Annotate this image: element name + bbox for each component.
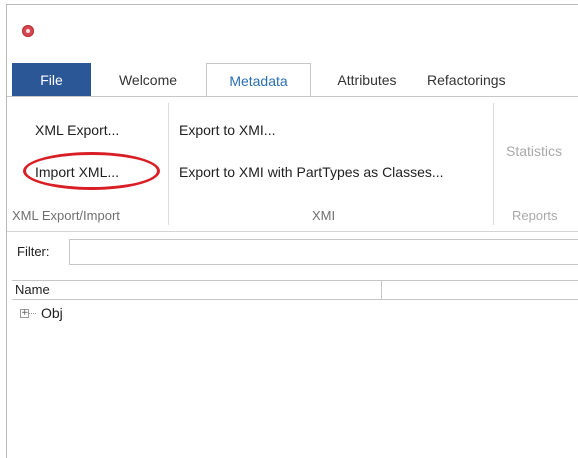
filter-bar: Filter: — [7, 232, 578, 272]
group-label-reports: Reports — [512, 208, 558, 223]
column-header-extra[interactable] — [382, 281, 578, 299]
import-xml-button[interactable]: Import XML... — [35, 164, 119, 180]
xml-export-button[interactable]: XML Export... — [35, 122, 119, 138]
tree-row[interactable]: + Obj — [12, 304, 578, 324]
expand-plus-icon[interactable]: + — [20, 309, 29, 318]
grid-header: Name — [12, 280, 578, 300]
app-window: File Welcome Metadata Attributes Refacto… — [6, 4, 578, 458]
tree-connector — [29, 313, 36, 314]
filter-input[interactable] — [69, 239, 578, 265]
tab-metadata[interactable]: Metadata — [206, 63, 311, 98]
export-to-xmi-button[interactable]: Export to XMI... — [179, 122, 275, 138]
tab-welcome[interactable]: Welcome — [99, 63, 197, 97]
title-bar — [7, 5, 578, 55]
export-xmi-parttypes-button[interactable]: Export to XMI with PartTypes as Classes.… — [179, 164, 444, 180]
group-label-xml-export-import: XML Export/Import — [12, 208, 120, 223]
app-logo-icon[interactable] — [22, 25, 34, 37]
statistics-button[interactable]: Statistics — [506, 143, 562, 159]
ribbon-separator — [168, 103, 169, 225]
column-header-name[interactable]: Name — [12, 281, 382, 299]
tab-refactorings[interactable]: Refactorings — [427, 63, 547, 97]
tree-item-label: Obj — [41, 305, 63, 321]
tab-attributes[interactable]: Attributes — [316, 63, 418, 97]
ribbon-panel: XML Export... Import XML... XML Export/I… — [7, 96, 578, 232]
filter-label: Filter: — [17, 244, 50, 259]
group-label-xmi: XMI — [312, 208, 336, 223]
tab-file[interactable]: File — [12, 63, 91, 97]
tree-grid: Name + Obj — [12, 280, 578, 458]
ribbon-separator — [493, 103, 494, 225]
ribbon-tabs: File Welcome Metadata Attributes Refacto… — [7, 57, 578, 98]
